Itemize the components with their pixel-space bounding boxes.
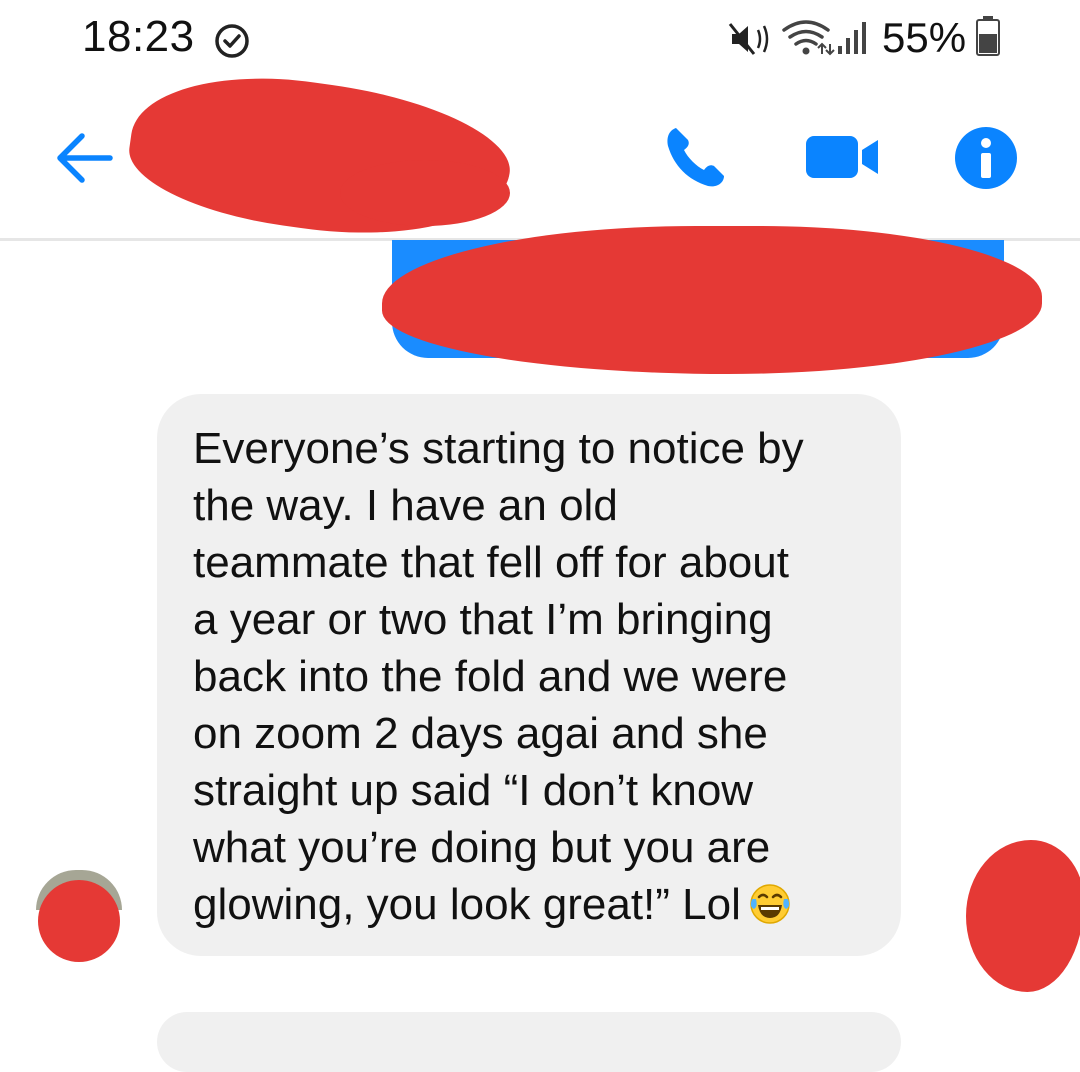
wifi-icon	[782, 20, 835, 56]
next-message-bubble[interactable]	[157, 1012, 901, 1072]
redaction-contact-name-tail	[340, 160, 510, 226]
status-bar: 18:23 55%	[0, 0, 1080, 80]
battery-icon	[976, 16, 1000, 56]
alarm-icon	[215, 24, 249, 58]
info-icon[interactable]	[954, 126, 1018, 190]
message-body: Everyone’s starting to notice by the way…	[193, 424, 804, 929]
back-icon[interactable]	[52, 130, 116, 186]
video-icon[interactable]	[804, 132, 880, 182]
redaction-reaction	[966, 840, 1080, 992]
signal-icon	[838, 22, 866, 54]
redaction-avatar	[38, 880, 120, 962]
face-with-tears-of-joy-icon	[750, 884, 790, 924]
battery-percent: 55%	[882, 14, 967, 61]
mute-icon	[728, 23, 769, 55]
phone-icon[interactable]	[662, 124, 728, 190]
status-time: 18:23	[82, 12, 195, 61]
received-message-text: Everyone’s starting to notice by the way…	[193, 420, 883, 933]
redaction-sent-message	[382, 226, 1042, 374]
